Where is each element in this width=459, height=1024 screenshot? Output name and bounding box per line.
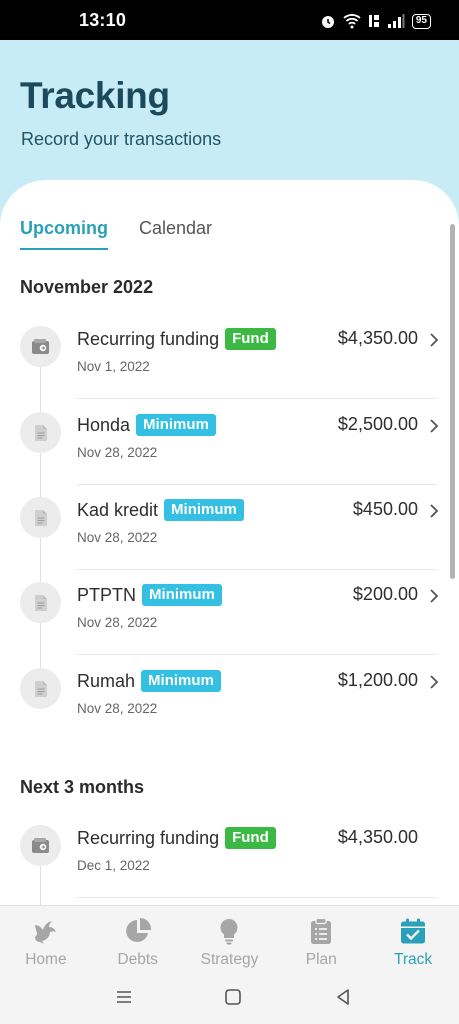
- nav-label: Track: [393, 951, 433, 968]
- volte-icon: [368, 15, 379, 27]
- transaction-date: Dec 1, 2022: [77, 858, 150, 873]
- nav-track[interactable]: Track: [367, 906, 459, 970]
- transaction-name-wrap: Recurring funding Fund: [77, 827, 276, 849]
- fund-badge: Fund: [225, 328, 276, 350]
- transaction-name-wrap: Honda Minimum: [77, 414, 216, 436]
- transaction-name-wrap: Recurring funding Fund: [77, 328, 276, 350]
- nav-label: Home: [25, 951, 67, 968]
- system-nav-bar: [0, 970, 459, 1024]
- transaction-amount: $1,200.00: [337, 670, 418, 690]
- tab-calendar[interactable]: Calendar: [139, 218, 212, 250]
- back-button[interactable]: [331, 985, 355, 1009]
- transaction-row[interactable]: Recurring funding Fund Dec 1, 2022 $4,35…: [0, 812, 459, 898]
- wallet-icon: [20, 825, 61, 866]
- status-icons: 95: [320, 12, 431, 30]
- minimum-badge: Minimum: [141, 670, 221, 692]
- square-icon: [225, 989, 241, 1005]
- transaction-name: Rumah: [77, 670, 136, 691]
- recents-button[interactable]: [112, 985, 136, 1009]
- document-icon: [20, 668, 61, 709]
- transaction-date: Nov 28, 2022: [77, 445, 158, 460]
- document-icon: [20, 497, 61, 538]
- chevron-right-icon: [430, 675, 439, 689]
- transaction-date: Nov 28, 2022: [77, 701, 158, 716]
- clipboard-icon: [306, 916, 336, 946]
- transaction-row[interactable]: Honda Minimum Nov 28, 2022 $2,500.00: [0, 399, 459, 485]
- lightbulb-icon: [214, 916, 244, 946]
- menu-icon: [117, 991, 131, 1003]
- transaction-name: Recurring funding: [77, 328, 220, 349]
- page-subtitle: Record your transactions: [21, 129, 222, 149]
- transaction-date: Nov 28, 2022: [77, 615, 158, 630]
- bottom-nav: Home Debts Strategy Plan Track: [0, 905, 459, 970]
- chevron-right-icon: [430, 589, 439, 603]
- transaction-name: Kad kredit: [77, 499, 159, 520]
- chevron-right-icon: [430, 333, 439, 347]
- page-title: Tracking: [20, 75, 170, 116]
- nav-label: Strategy: [200, 951, 259, 968]
- row-divider: [77, 897, 437, 898]
- transaction-row[interactable]: PTPTN Minimum Nov 28, 2022 $200.00: [0, 569, 459, 655]
- content-sheet[interactable]: Upcoming Calendar November 2022 Recurrin…: [0, 180, 459, 905]
- transaction-row[interactable]: Recurring funding Fund Nov 1, 2022 $4,35…: [0, 313, 459, 399]
- wifi-icon: [343, 14, 361, 29]
- transaction-name: Recurring funding: [77, 827, 220, 848]
- alarm-icon: [321, 16, 334, 28]
- chevron-right-icon: [430, 504, 439, 518]
- status-bar: 13:10 95: [0, 0, 459, 40]
- scrollbar[interactable]: [450, 224, 455, 579]
- transaction-date: Nov 1, 2022: [77, 359, 150, 374]
- transaction-row[interactable]: Rumah Minimum Nov 28, 2022 $1,200.00: [0, 655, 459, 741]
- nav-home[interactable]: Home: [0, 906, 92, 970]
- document-icon: [20, 412, 61, 453]
- nav-plan[interactable]: Plan: [275, 906, 367, 970]
- transaction-name: PTPTN: [77, 584, 137, 605]
- wallet-icon: [20, 326, 61, 367]
- minimum-badge: Minimum: [142, 584, 222, 606]
- tab-bar: Upcoming Calendar: [20, 218, 212, 250]
- pie-chart-icon: [123, 916, 153, 946]
- transaction-amount: $200.00: [352, 584, 418, 604]
- transaction-row[interactable]: Kad kredit Minimum Nov 28, 2022 $450.00: [0, 484, 459, 570]
- bird-icon: [31, 916, 61, 946]
- nav-label: Plan: [305, 951, 337, 968]
- transaction-amount: $4,350.00: [337, 827, 418, 847]
- transaction-name-wrap: Kad kredit Minimum: [77, 499, 244, 521]
- tab-upcoming[interactable]: Upcoming: [20, 218, 108, 250]
- minimum-badge: Minimum: [164, 499, 244, 521]
- calendar-check-icon: [398, 916, 428, 946]
- nav-strategy[interactable]: Strategy: [184, 906, 276, 970]
- nav-debts[interactable]: Debts: [92, 906, 184, 970]
- transaction-date: Nov 28, 2022: [77, 530, 158, 545]
- home-button[interactable]: [221, 985, 245, 1009]
- signal-icon: [387, 14, 405, 28]
- battery-indicator: 95: [411, 13, 431, 29]
- document-icon: [20, 582, 61, 623]
- section-title-next-3-months: Next 3 months: [20, 777, 145, 797]
- back-triangle-icon: [337, 989, 349, 1005]
- status-time: 13:10: [79, 10, 127, 30]
- transaction-name-wrap: PTPTN Minimum: [77, 584, 222, 606]
- fund-badge: Fund: [225, 827, 276, 849]
- transaction-amount: $4,350.00: [337, 328, 418, 348]
- transaction-name: Honda: [77, 414, 131, 435]
- minimum-badge: Minimum: [136, 414, 216, 436]
- nav-label: Debts: [117, 951, 158, 968]
- chevron-right-icon: [430, 419, 439, 433]
- transaction-amount: $2,500.00: [337, 414, 418, 434]
- transaction-amount: $450.00: [352, 499, 418, 519]
- transaction-name-wrap: Rumah Minimum: [77, 670, 221, 692]
- section-title-november: November 2022: [20, 277, 154, 297]
